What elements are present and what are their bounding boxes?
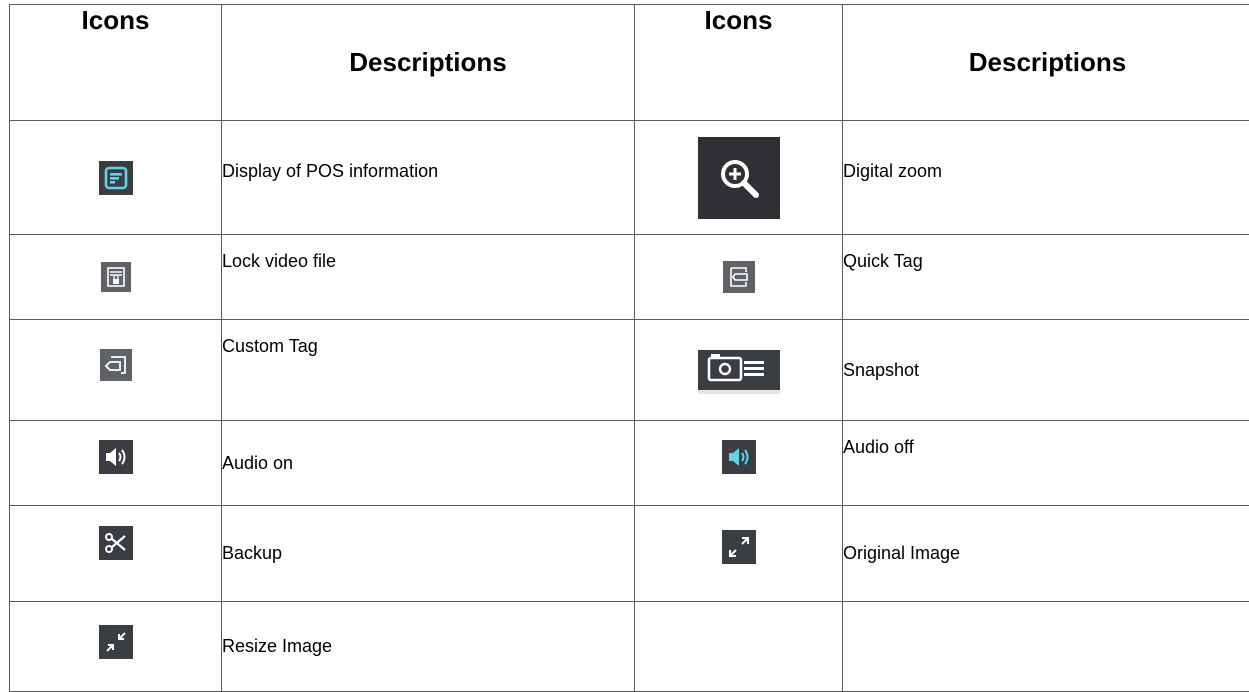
- header-descriptions: Descriptions: [843, 5, 1249, 121]
- header-icons: Icons: [635, 5, 843, 121]
- description-cell: Lock video file: [222, 235, 635, 320]
- zoom-in-icon: [698, 137, 780, 219]
- description-cell: Resize Image: [222, 602, 635, 692]
- empty-icon-cell: [635, 602, 843, 692]
- table-row: Custom Tag Snapshot: [10, 320, 1249, 421]
- table-row: Backup Original Image: [10, 506, 1249, 602]
- expand-icon: [722, 530, 756, 564]
- table-row: Display of POS information Digital zoom: [10, 121, 1249, 235]
- header-descriptions: Descriptions: [222, 5, 635, 121]
- speaker-highlight-icon: [722, 440, 756, 474]
- custom-tag-icon: [100, 349, 132, 381]
- tag-icon: [723, 261, 755, 293]
- pos-info-icon: [99, 161, 133, 195]
- shrink-icon: [99, 625, 133, 659]
- icon-descriptions-table: Icons Descriptions Icons Descriptions Di…: [9, 4, 1249, 692]
- description-cell: Display of POS information: [222, 121, 635, 235]
- description-cell: Audio off: [843, 421, 1249, 506]
- description-cell: Snapshot: [843, 320, 1249, 421]
- table-row: Lock video file Quick Tag: [10, 235, 1249, 320]
- description-cell: Quick Tag: [843, 235, 1249, 320]
- header-row: Icons Descriptions Icons Descriptions: [10, 5, 1249, 121]
- camera-icon: [698, 346, 780, 394]
- description-cell: Backup: [222, 506, 635, 602]
- lock-file-icon: [101, 262, 131, 292]
- description-cell: Custom Tag: [222, 320, 635, 421]
- scissors-icon: [99, 526, 133, 560]
- table-row: Resize Image: [10, 602, 1249, 692]
- description-cell: Digital zoom: [843, 121, 1249, 235]
- description-cell: Original Image: [843, 506, 1249, 602]
- table-row: Audio on Audio off: [10, 421, 1249, 506]
- header-icons: Icons: [10, 5, 222, 121]
- speaker-icon: [99, 440, 133, 474]
- description-cell: [843, 602, 1249, 692]
- description-cell: Audio on: [222, 421, 635, 506]
